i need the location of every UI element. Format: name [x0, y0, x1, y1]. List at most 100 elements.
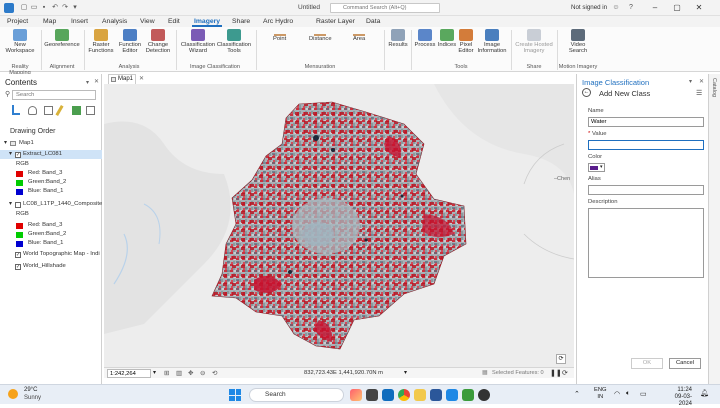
classification-wizard-button[interactable]: Classification Wizard — [178, 29, 218, 54]
process-button[interactable]: Process — [413, 29, 437, 48]
new-project-icon[interactable]: ▢ — [20, 4, 28, 12]
list-by-labeling-icon[interactable] — [86, 106, 95, 115]
name-field[interactable] — [588, 117, 704, 127]
minimize-icon[interactable]: – — [648, 2, 662, 14]
weather-condition[interactable]: Sunny — [24, 395, 41, 401]
notifications-icon[interactable]: 🔔︎ — [700, 389, 709, 397]
image-information-button[interactable]: Image Information — [475, 29, 509, 54]
expand-arrow-icon[interactable]: ▾ — [9, 200, 12, 209]
taskbar-search-box[interactable]: Search — [249, 388, 344, 402]
zoom-out-icon[interactable]: ⊖ — [200, 369, 205, 377]
sun-icon[interactable] — [8, 389, 18, 399]
app-icon[interactable] — [462, 389, 474, 401]
list-by-drawing-order-icon[interactable] — [12, 105, 20, 115]
map-refresh-icon[interactable]: ⟳ — [556, 354, 566, 364]
value-field[interactable] — [588, 140, 704, 150]
toc-green-band[interactable]: Green:Band_2 — [0, 178, 102, 187]
toc-blue-band[interactable]: Blue: Band_1 — [0, 239, 102, 248]
tab-raster-layer[interactable]: Raster Layer — [314, 17, 357, 27]
tab-project[interactable]: Project — [5, 17, 30, 27]
chrome-icon[interactable] — [398, 389, 410, 401]
toc-layer-extract[interactable]: ▾ ✓ Extract_LC081 — [0, 150, 102, 159]
layer-visibility-checkbox[interactable]: ✓ — [15, 151, 21, 158]
customize-dropdown-icon[interactable]: ▾ — [71, 4, 79, 12]
results-button[interactable]: Results — [387, 29, 409, 48]
toc-red-band[interactable]: Red: Band_3 — [0, 221, 102, 230]
layer-visibility-checkbox[interactable] — [15, 201, 21, 208]
pane-menu-icon[interactable]: ▾ — [86, 79, 89, 86]
layer-visibility-checkbox[interactable]: ✓ — [15, 251, 21, 258]
tab-share[interactable]: Share — [230, 17, 252, 27]
toc-red-band[interactable]: Red: Band_3 — [0, 169, 102, 178]
wifi-icon[interactable]: ◠ — [614, 390, 620, 398]
pause-drawing-icon[interactable]: ❚❚ — [550, 369, 562, 377]
list-by-snapping-icon[interactable] — [72, 106, 81, 115]
back-arrow-icon[interactable]: ← — [582, 88, 591, 97]
ok-button[interactable]: OK — [631, 358, 663, 369]
close-map-tab-icon[interactable]: ✕ — [139, 75, 144, 82]
tab-edit[interactable]: Edit — [166, 17, 182, 27]
description-field[interactable] — [588, 208, 704, 278]
undo-icon[interactable]: ↶ — [51, 4, 59, 12]
close-icon[interactable]: ✕ — [692, 2, 706, 14]
full-extent-icon[interactable]: ▥ — [176, 369, 182, 377]
filter-icon[interactable]: ⚲ — [5, 90, 10, 98]
tab-insert[interactable]: Insert — [69, 17, 90, 27]
menu-icon[interactable]: ☰ — [696, 89, 702, 97]
map-view[interactable]: –Chen ⟳ — [104, 84, 574, 367]
toc-layer-hillshade[interactable]: ✓ World_Hillshade — [0, 262, 102, 271]
toc-layer-composite[interactable]: ▾ LC08_L1TP_1440_CompositeBa — [0, 200, 102, 209]
cancel-button[interactable]: Cancel — [669, 358, 701, 369]
pane-close-icon[interactable]: ✕ — [699, 78, 704, 85]
word-icon[interactable] — [430, 389, 442, 401]
clock[interactable]: 11:24 09-03-2024 — [662, 387, 692, 408]
sign-in-status[interactable]: Not signed in — [571, 4, 607, 11]
toc-green-band[interactable]: Green:Band_2 — [0, 230, 102, 239]
catalog-side-tab[interactable]: Catalog — [708, 74, 720, 384]
pane-menu-icon[interactable]: ▾ — [689, 78, 692, 85]
list-by-editing-icon[interactable] — [55, 104, 64, 117]
layer-visibility-checkbox[interactable]: ✓ — [15, 263, 21, 270]
task-view-icon[interactable] — [366, 389, 378, 401]
weather-temperature[interactable]: 29°C — [24, 387, 37, 393]
start-button[interactable] — [229, 389, 241, 401]
save-icon[interactable]: ▪ — [40, 4, 48, 12]
command-search-input[interactable] — [330, 3, 440, 13]
pan-icon[interactable]: ✥ — [188, 369, 193, 377]
edge-browser-icon[interactable] — [382, 389, 394, 401]
list-by-selection-icon[interactable] — [44, 106, 53, 115]
indices-button[interactable]: Indices — [436, 29, 458, 48]
video-search-button[interactable]: Video Search — [560, 29, 596, 54]
tab-arc-hydro[interactable]: Arc Hydro — [261, 17, 295, 27]
rotation-icon[interactable]: ⟲ — [212, 369, 217, 377]
color-picker[interactable]: ▾ — [588, 163, 605, 172]
new-workspace-button[interactable]: New Workspace — [3, 29, 37, 54]
classification-tools-button[interactable]: Classification Tools — [216, 29, 252, 54]
tab-map1-view[interactable]: Map1 — [108, 74, 136, 84]
map-scale-field[interactable] — [107, 369, 151, 378]
toc-layer-topographic[interactable]: ✓ World Topographic Map - Indi — [0, 250, 102, 259]
account-icon[interactable]: ☺ — [612, 4, 620, 12]
tray-chevron-icon[interactable]: ⌃ — [574, 390, 580, 398]
widgets-icon[interactable] — [350, 389, 362, 401]
volume-icon[interactable]: 🔈︎ — [626, 390, 630, 398]
toc-map[interactable]: ▾ Map1 — [0, 139, 102, 148]
redo-icon[interactable]: ↷ — [61, 4, 69, 12]
tab-analysis[interactable]: Analysis — [100, 17, 129, 27]
change-detection-button[interactable]: Change Detection — [143, 29, 173, 54]
obs-icon[interactable] — [478, 389, 490, 401]
tab-view[interactable]: View — [138, 17, 157, 27]
contents-search-input[interactable] — [12, 90, 96, 100]
scale-dropdown-icon[interactable]: ▾ — [153, 369, 156, 376]
expand-arrow-icon[interactable]: ▾ — [9, 150, 12, 159]
help-icon[interactable]: ? — [627, 4, 635, 12]
expand-arrow-icon[interactable]: ▾ — [4, 139, 7, 148]
georeference-button[interactable]: Georeference — [43, 29, 81, 48]
pane-close-icon[interactable]: ✕ — [94, 78, 99, 85]
toc-blue-band[interactable]: Blue: Band_1 — [0, 187, 102, 196]
arcgis-pro-taskbar-icon[interactable] — [446, 389, 458, 401]
file-explorer-icon[interactable] — [414, 389, 426, 401]
function-editor-button[interactable]: Function Editor — [116, 29, 144, 54]
tab-data[interactable]: Data — [364, 17, 382, 27]
raster-functions-button[interactable]: Raster Functions — [86, 29, 116, 54]
